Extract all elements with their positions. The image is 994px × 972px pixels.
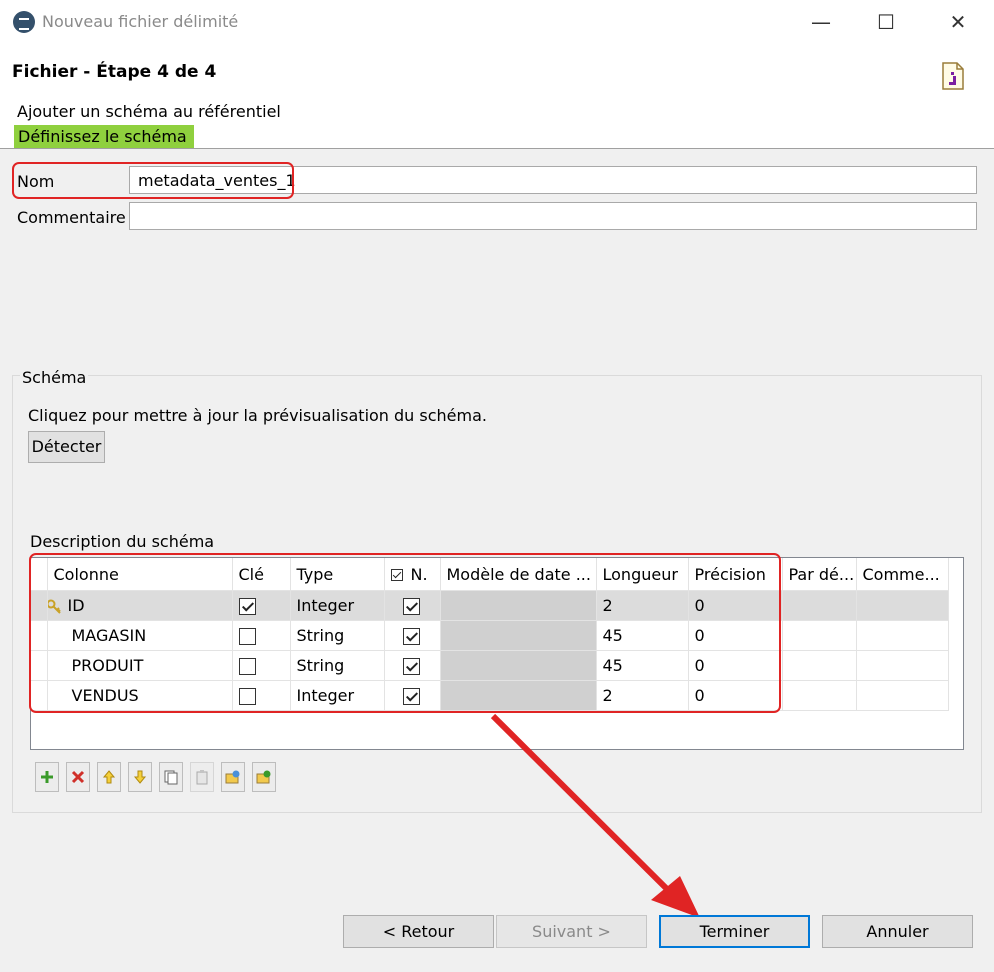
annotation-arrow xyxy=(490,713,700,918)
dialog-window: Nouveau fichier délimité — ☐ ✕ Fichier -… xyxy=(0,0,994,972)
finish-button[interactable]: Terminer xyxy=(659,915,810,948)
cancel-button[interactable]: Annuler xyxy=(822,915,973,948)
back-button[interactable]: < Retour xyxy=(343,915,494,948)
next-button[interactable]: Suivant > xyxy=(496,915,647,948)
